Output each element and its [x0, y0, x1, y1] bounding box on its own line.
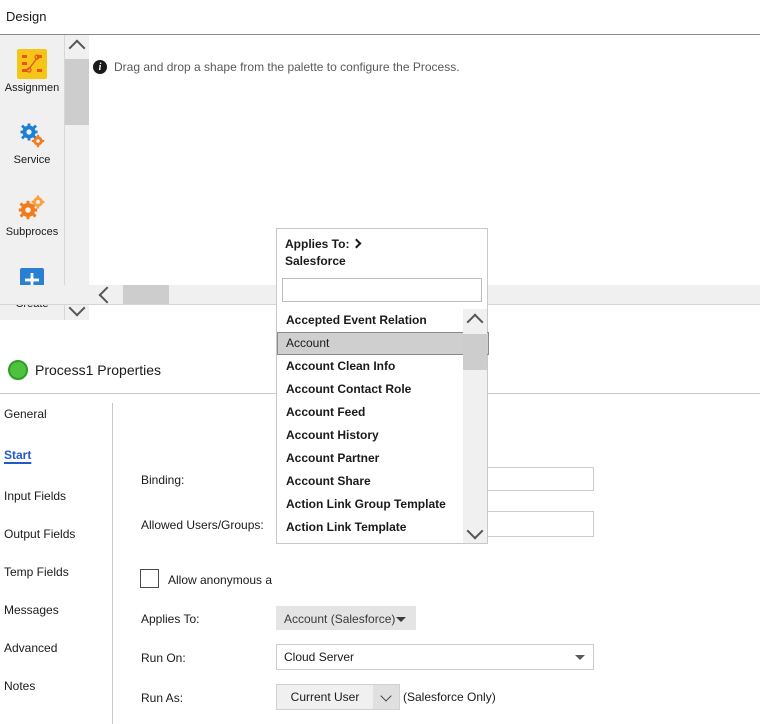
tab-start[interactable]: Start	[4, 444, 108, 466]
list-item[interactable]: Account Contact Role	[277, 378, 489, 401]
tab-temp-fields[interactable]: Temp Fields	[4, 561, 108, 583]
chevron-down-icon	[575, 655, 585, 660]
list-item[interactable]: Account Clean Info	[277, 355, 489, 378]
hscroll-thumb[interactable]	[123, 285, 169, 305]
applies-to-popup: Applies To: Salesforce Accepted Event Re…	[276, 228, 489, 544]
tab-messages[interactable]: Messages	[4, 599, 108, 621]
run-as-value: Current User	[290, 690, 360, 704]
tab-input-fields[interactable]: Input Fields	[4, 485, 108, 507]
palette-item-service[interactable]: Service	[0, 111, 64, 183]
popup-heading-line1: Applies To:	[285, 237, 479, 251]
palette-scroll-up-button[interactable]	[65, 35, 89, 57]
popup-scrollbar-thumb[interactable]	[463, 334, 487, 370]
list-item[interactable]: Action Link Template	[277, 516, 489, 539]
properties-tab-list: General Start Input Fields Output Fields…	[0, 403, 113, 724]
run-on-label: Run On:	[141, 651, 186, 665]
run-as-note: (Salesforce Only)	[403, 690, 496, 704]
run-as-control[interactable]: Current User	[276, 684, 400, 710]
popup-scroll-down-button[interactable]	[463, 521, 487, 543]
page-title: Design	[6, 9, 47, 24]
assignment-icon	[17, 49, 47, 79]
tab-notes[interactable]: Notes	[4, 675, 108, 697]
properties-title: Process1 Properties	[35, 362, 162, 378]
chevron-down-icon	[466, 522, 484, 539]
chevron-right-icon	[352, 238, 362, 248]
palette-item-label: Assignmen	[4, 82, 60, 94]
green-circle-icon	[8, 360, 28, 380]
hscroll-left-button[interactable]	[94, 285, 116, 305]
allowed-users-label: Allowed Users/Groups:	[141, 518, 264, 532]
popup-heading-source: Salesforce	[285, 254, 346, 268]
chevron-down-icon	[380, 689, 392, 702]
binding-label: Binding:	[141, 473, 185, 487]
list-item[interactable]: Account History	[277, 424, 489, 447]
tab-general[interactable]: General	[4, 403, 108, 425]
palette-scrollbar-thumb[interactable]	[65, 59, 89, 125]
popup-scroll-up-button[interactable]	[463, 309, 487, 331]
chevron-left-icon	[98, 286, 115, 304]
subprocess-gears-icon	[17, 193, 47, 223]
list-item[interactable]: Account Share	[277, 470, 489, 493]
run-as-label: Run As:	[141, 691, 184, 705]
palette-item-assignment[interactable]: Assignmen	[0, 39, 64, 111]
shape-palette: Assignmen Service Subproces	[0, 35, 65, 320]
tab-output-fields[interactable]: Output Fields	[4, 523, 108, 545]
list-item[interactable]: Action Link Group Template	[277, 493, 489, 516]
canvas-hint-text: Drag and drop a shape from the palette t…	[114, 60, 460, 74]
popup-heading-prefix: Applies To:	[285, 237, 350, 251]
service-gears-icon	[17, 121, 47, 151]
applies-to-value: Account (Salesforce)	[284, 612, 396, 626]
design-header: Design	[0, 0, 760, 35]
palette-footer	[0, 285, 64, 305]
popup-vertical-scrollbar[interactable]	[463, 309, 487, 543]
run-on-dropdown[interactable]: Cloud Server	[276, 644, 594, 670]
list-item[interactable]: Account	[277, 332, 489, 355]
applies-to-label: Applies To:	[141, 612, 200, 626]
chevron-down-icon	[396, 617, 406, 622]
applies-to-dropdown[interactable]: Account (Salesforce)	[276, 606, 416, 630]
popup-heading: Applies To: Salesforce	[277, 229, 487, 272]
palette-item-subprocess[interactable]: Subproces	[0, 183, 64, 255]
list-item[interactable]: Account Partner	[277, 447, 489, 470]
palette-item-label: Subproces	[5, 226, 59, 238]
canvas-hint: i Drag and drop a shape from the palette…	[93, 60, 460, 74]
popup-list-wrap: Accepted Event Relation Account Account …	[277, 309, 489, 543]
palette-vertical-scrollbar[interactable]	[65, 35, 89, 320]
chevron-up-icon	[68, 39, 86, 56]
info-icon: i	[93, 60, 107, 74]
list-item[interactable]: Accepted Event Relation	[277, 309, 489, 332]
allow-anonymous-label: Allow anonymous a	[168, 573, 273, 587]
list-item[interactable]: Account Feed	[277, 401, 489, 424]
tab-advanced[interactable]: Advanced	[4, 637, 108, 659]
chevron-up-icon	[466, 313, 484, 330]
run-as-dropdown-button[interactable]	[373, 685, 399, 709]
popup-search-input[interactable]	[282, 278, 482, 302]
palette-item-label: Service	[13, 154, 51, 166]
popup-object-list[interactable]: Accepted Event Relation Account Account …	[277, 309, 489, 543]
allow-anonymous-checkbox[interactable]	[140, 569, 159, 588]
run-on-value: Cloud Server	[284, 650, 355, 664]
